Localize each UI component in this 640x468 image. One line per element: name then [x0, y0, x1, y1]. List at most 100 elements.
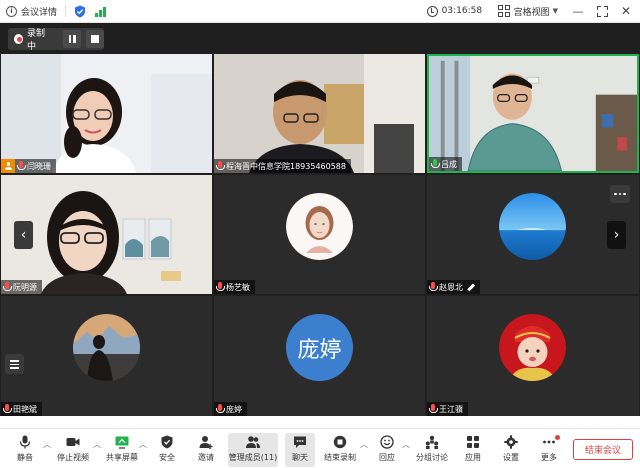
participant-name: 庞婷	[226, 404, 242, 414]
more-label: 更多	[541, 453, 557, 462]
signal-strength-icon[interactable]	[95, 6, 106, 17]
chevron-up-icon[interactable]: ︿	[402, 439, 410, 450]
breakout-label: 分组讨论	[416, 453, 448, 462]
video-tile[interactable]: 程海晋中信息学院18935460588	[214, 54, 425, 173]
video-tile[interactable]: 田艳斌	[1, 296, 212, 416]
manage-members-button[interactable]: 管理成员(11)	[228, 433, 278, 467]
participant-namebar: 王江骥	[427, 402, 468, 416]
meeting-details-link[interactable]: 会议详情	[21, 5, 57, 18]
more-dots-icon	[543, 440, 555, 444]
reactions-label: 回应	[379, 453, 395, 462]
recording-bar: 录制中	[0, 23, 640, 54]
invite-label: 邀请	[198, 453, 214, 462]
participant-name: 赵恩北	[439, 282, 463, 292]
security-label: 安全	[159, 453, 175, 462]
chevron-down-icon[interactable]: ▼	[553, 7, 558, 15]
video-tile[interactable]: ‹ 阮明源	[1, 175, 212, 294]
meeting-duration: 03:16:58	[441, 6, 483, 16]
title-bar: i 会议详情 03:16:58 宫格视图 ▼ — ✕	[0, 0, 640, 23]
microphone-muted-icon	[216, 282, 225, 292]
grid-view-icon[interactable]	[498, 5, 510, 17]
participant-avatar	[286, 193, 353, 260]
invite-button[interactable]: 邀请	[192, 433, 220, 467]
participant-initials-avatar: 庞婷	[286, 314, 353, 381]
pencil-icon[interactable]	[467, 283, 475, 291]
apps-label: 应用	[465, 453, 481, 462]
share-screen-label: 共享屏幕	[106, 453, 138, 462]
participant-video	[1, 54, 212, 173]
stop-recording-label: 结束录制	[324, 453, 356, 462]
video-camera-icon	[66, 438, 80, 446]
divider	[65, 5, 67, 17]
participant-namebar: 程海晋中信息学院18935460588	[214, 159, 351, 173]
participant-video	[214, 54, 425, 173]
end-meeting-button[interactable]: 结束会议	[573, 439, 633, 460]
participant-namebar: 闫晓珊	[1, 159, 56, 173]
microphone-muted-icon	[216, 404, 225, 414]
participant-avatar	[499, 314, 566, 381]
apps-button[interactable]: 应用	[459, 433, 487, 467]
list-icon[interactable]	[5, 354, 24, 374]
microphone-muted-icon	[429, 282, 438, 292]
stop-recording-toolbar-button[interactable]: 结束录制	[322, 433, 358, 467]
participant-namebar: 田艳斌	[1, 402, 42, 416]
video-tile[interactable]: 庞婷 庞婷	[214, 296, 425, 416]
view-mode-selector[interactable]: 宫格视图	[514, 5, 550, 18]
recording-status: 录制中	[26, 29, 45, 52]
breakout-rooms-button[interactable]: 分组讨论	[414, 433, 450, 467]
close-button[interactable]: ✕	[620, 4, 632, 18]
more-options-button[interactable]	[610, 185, 630, 203]
participant-name: 王江骥	[439, 404, 463, 414]
microphone-icon	[19, 435, 31, 449]
participant-namebar: 阮明源	[1, 280, 42, 294]
apps-icon	[467, 436, 479, 448]
participant-name: 程海晋中信息学院18935460588	[226, 161, 346, 171]
more-button[interactable]: 更多	[535, 433, 563, 467]
chevron-up-icon[interactable]: ︿	[43, 439, 51, 450]
members-icon	[246, 436, 260, 448]
video-tile-active-speaker[interactable]: 吕成	[427, 54, 639, 173]
info-icon[interactable]: i	[6, 5, 17, 17]
shield-icon	[161, 435, 173, 449]
clock-icon	[426, 5, 438, 17]
participant-video	[429, 56, 637, 171]
chevron-up-icon[interactable]: ︿	[360, 439, 368, 450]
chat-button[interactable]: 聊天	[285, 433, 315, 467]
share-screen-icon	[115, 436, 129, 449]
next-page-button[interactable]: ›	[607, 221, 626, 249]
fullscreen-button[interactable]	[596, 5, 608, 17]
recording-icon	[14, 34, 23, 44]
meeting-toolbar: 静音 ︿ 停止视频 ︿ 共享屏幕 ︿ 安全 邀请 管理成员(11) 聊天 结束录…	[0, 428, 640, 468]
gear-icon	[504, 435, 518, 449]
minimize-button[interactable]: —	[572, 5, 584, 18]
video-tile[interactable]: 杨艺敏	[214, 175, 425, 294]
mute-button[interactable]: 静音	[10, 433, 40, 467]
video-tile[interactable]: 王江骥	[427, 296, 639, 416]
stop-video-button[interactable]: 停止视频	[54, 433, 92, 467]
chevron-up-icon[interactable]: ︿	[93, 439, 101, 450]
previous-page-button[interactable]: ‹	[14, 221, 33, 249]
video-tile[interactable]: › 赵恩北	[427, 175, 639, 294]
security-button[interactable]: 安全	[153, 433, 181, 467]
microphone-muted-icon	[429, 404, 438, 414]
shield-icon[interactable]	[74, 5, 86, 18]
stop-recording-button[interactable]	[86, 30, 104, 48]
share-screen-button[interactable]: 共享屏幕	[104, 433, 140, 467]
settings-button[interactable]: 设置	[497, 433, 525, 467]
emoji-icon	[380, 435, 394, 449]
recording-controls: 录制中	[8, 28, 104, 52]
notification-dot	[555, 435, 560, 440]
participant-name: 杨艺敏	[226, 282, 250, 292]
video-tile[interactable]: 闫晓珊	[1, 54, 212, 173]
chevron-up-icon[interactable]: ︿	[139, 439, 147, 450]
settings-label: 设置	[503, 453, 519, 462]
host-icon	[1, 159, 15, 173]
participant-namebar: 吕成	[429, 157, 462, 171]
participant-namebar: 赵恩北	[427, 280, 480, 294]
microphone-active-icon	[431, 159, 440, 169]
pause-recording-button[interactable]	[63, 30, 82, 48]
breakout-icon	[425, 435, 439, 449]
participant-avatar	[73, 314, 140, 381]
microphone-muted-icon	[17, 161, 26, 171]
reactions-button[interactable]: 回应	[373, 433, 401, 467]
